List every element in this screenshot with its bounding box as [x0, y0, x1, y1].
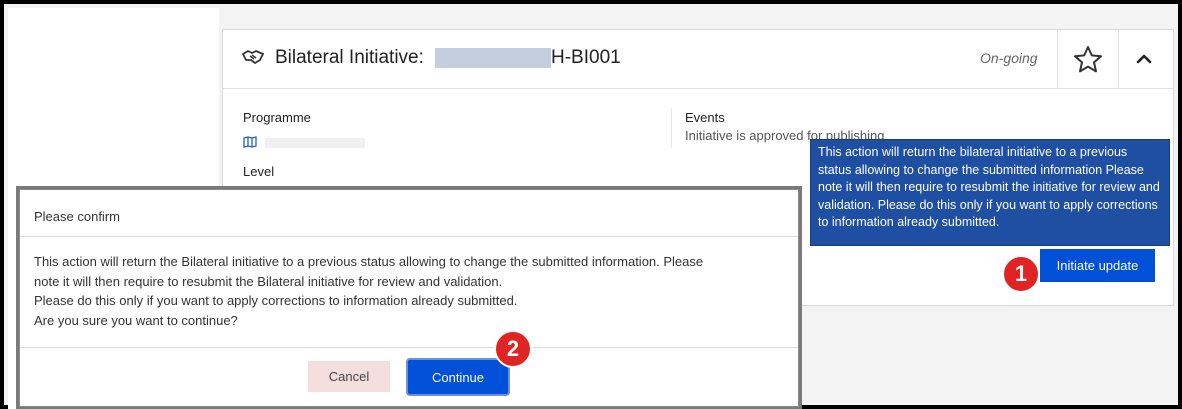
star-icon[interactable]	[1073, 45, 1103, 73]
card-header: Bilateral Initiative: H-BI001 On-going	[223, 30, 1173, 89]
header-divider	[1057, 30, 1058, 88]
programme-label: Programme	[243, 110, 311, 125]
dialog-title: Please confirm	[34, 209, 120, 224]
dialog-message-line: Please do this only if you want to apply…	[34, 293, 518, 308]
cancel-button[interactable]: Cancel	[308, 361, 390, 392]
events-label: Events	[685, 110, 725, 125]
step-marker-1: 1	[1002, 255, 1040, 293]
header-divider	[1118, 30, 1119, 88]
initiative-code: H-BI001	[551, 47, 621, 68]
handshake-icon	[242, 50, 264, 64]
dialog-message-line: Are you sure you want to continue?	[34, 312, 238, 328]
status-label: On-going	[980, 50, 1038, 66]
dialog-message: This action will return the Bilateral in…	[34, 252, 784, 330]
dialog-divider	[20, 236, 798, 237]
initiative-title: Bilateral Initiative:	[275, 47, 424, 68]
initiate-update-button[interactable]: Initiate update	[1040, 249, 1155, 282]
confirm-dialog: Please confirm This action will return t…	[19, 189, 799, 407]
step-marker-2: 2	[494, 330, 532, 368]
continue-button[interactable]: Continue	[408, 360, 508, 394]
level-label: Level	[243, 164, 275, 179]
redacted-identifier	[435, 48, 551, 68]
dialog-message-line: This action will return the Bilateral in…	[34, 254, 704, 269]
dialog-message-line: note it will then require to resubmit th…	[34, 273, 503, 289]
screenshot-frame: Bilateral Initiative: H-BI001 On-going P…	[0, 0, 1182, 409]
programme-value	[265, 138, 365, 148]
chevron-up-icon[interactable]	[1133, 48, 1155, 70]
dialog-divider	[20, 347, 798, 348]
column-divider	[671, 108, 672, 148]
map-icon[interactable]	[243, 136, 257, 148]
tooltip: This action will return the bilateral in…	[810, 139, 1170, 246]
